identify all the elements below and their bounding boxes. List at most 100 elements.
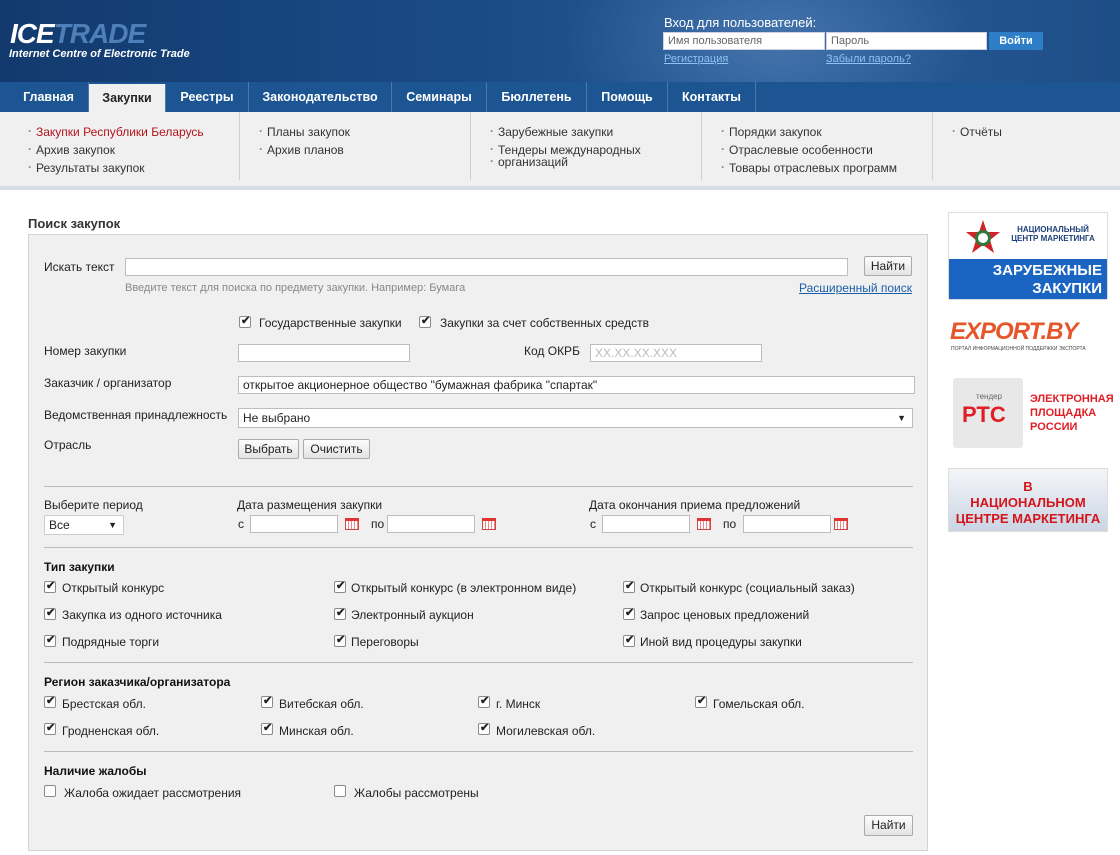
register-link[interactable]: Регистрация (664, 53, 728, 65)
region-label: Витебская обл. (279, 697, 364, 711)
complaint-reviewed-label: Жалобы рассмотрены (354, 786, 479, 800)
search-text-input[interactable] (125, 258, 848, 276)
nav-bulletin[interactable]: Бюллетень (487, 82, 587, 112)
calendar-icon[interactable] (697, 518, 711, 530)
nav-contacts[interactable]: Контакты (668, 82, 756, 112)
foreign-purchases-banner[interactable]: НАЦИОНАЛЬНЫЙ ЦЕНТР МАРКЕТИНГА ЗАРУБЕЖНЫЕ… (948, 212, 1108, 300)
sub-nav: Закупки Республики Беларусь Архив закупо… (0, 112, 1120, 190)
type-checkbox[interactable] (44, 633, 56, 647)
username-input[interactable]: Имя пользователя (663, 32, 825, 50)
region-checkbox[interactable] (44, 721, 56, 735)
banner-4-line-1: В (1023, 479, 1033, 494)
subnav-intl-tenders-2[interactable]: организаций (490, 154, 568, 169)
subnav-foreign-purchases[interactable]: Зарубежные закупки (490, 124, 613, 139)
calendar-icon[interactable] (345, 518, 359, 530)
deadline-to-input[interactable] (743, 515, 831, 533)
complaint-reviewed-checkbox[interactable] (334, 785, 346, 797)
type-checkbox[interactable] (44, 606, 56, 620)
type-checkbox[interactable] (334, 633, 346, 647)
forgot-password-link[interactable]: Забыли пароль? (826, 53, 911, 65)
advanced-search-link[interactable]: Расширенный поиск (799, 281, 912, 295)
main-nav: Главная Закупки Реестры Законодательство… (0, 82, 1120, 112)
purchase-number-input[interactable] (238, 344, 410, 362)
complaint-pending-checkbox[interactable] (44, 785, 56, 797)
region-checkbox[interactable] (44, 694, 56, 708)
type-label: Закупка из одного источника (62, 608, 222, 622)
region-label: Гродненская обл. (62, 724, 160, 738)
subnav-industry-features[interactable]: Отраслевые особенности (721, 142, 873, 157)
nav-help[interactable]: Помощь (587, 82, 668, 112)
region-checkbox[interactable] (261, 721, 273, 735)
banner-3-tender: тендер (976, 392, 1003, 401)
state-purchases-label: Государственные закупки (259, 316, 402, 330)
industry-clear-button[interactable]: Очистить (303, 439, 370, 459)
nav-registries[interactable]: Реестры (166, 82, 249, 112)
placement-date-label: Дата размещения закупки (237, 498, 383, 512)
region-checkbox[interactable] (261, 694, 273, 708)
region-checkbox[interactable] (478, 694, 490, 708)
type-checkbox[interactable] (623, 633, 635, 647)
region-checkbox[interactable] (695, 694, 707, 708)
type-checkbox[interactable] (334, 606, 346, 620)
subnav-belarus-purchases[interactable]: Закупки Республики Беларусь (28, 124, 204, 139)
subnav-plans-archive[interactable]: Архив планов (259, 142, 344, 157)
logo-subtitle: Internet Centre of Electronic Trade (9, 48, 190, 60)
calendar-icon[interactable] (482, 518, 496, 530)
placement-from-input[interactable] (250, 515, 338, 533)
nav-home[interactable]: Главная (9, 82, 89, 112)
nav-legislation[interactable]: Законодательство (249, 82, 392, 112)
banner-3-line-2: ПЛОЩАДКА (1030, 407, 1097, 419)
submit-search-button[interactable]: Найти (864, 815, 913, 836)
industry-select-button[interactable]: Выбрать (238, 439, 299, 459)
type-label: Иной вид процедуры закупки (640, 635, 802, 649)
national-marketing-banner[interactable]: В НАЦИОНАЛЬНОМ ЦЕНТРЕ МАРКЕТИНГА (948, 468, 1108, 532)
search-find-button[interactable]: Найти (864, 256, 912, 276)
type-label: Открытый конкурс (62, 581, 165, 595)
department-select[interactable]: Не выбрано ▼ (238, 408, 913, 428)
type-checkbox[interactable] (44, 579, 56, 593)
divider (44, 751, 913, 752)
placement-to-input[interactable] (387, 515, 475, 533)
deadline-from-input[interactable] (602, 515, 690, 533)
password-input[interactable]: Пароль (826, 32, 987, 50)
customer-input[interactable]: открытое акционерное общество "бумажная … (238, 376, 915, 394)
rts-tender-banner[interactable]: тендер РТС ЭЛЕКТРОННАЯ ПЛОЩАДКА РОССИИ (948, 376, 1114, 450)
divider (44, 547, 913, 548)
login-button[interactable]: Войти (989, 32, 1043, 50)
banner-4-line-3: ЦЕНТРЕ МАРКЕТИНГА (955, 511, 1101, 526)
period-select[interactable]: Все ▼ (44, 515, 124, 535)
export-by-banner[interactable]: EXPORT.BY ПОРТАЛ ИНФОРМАЦИОННОЙ ПОДДЕРЖК… (948, 318, 1108, 358)
okrb-input[interactable]: XX.XX.XX.XXX (590, 344, 762, 362)
period-label: Выберите период (44, 498, 143, 512)
type-checkbox[interactable] (623, 579, 635, 593)
type-label: Электронный аукцион (351, 608, 474, 622)
banner-3-rts: РТС (962, 402, 1006, 427)
subnav-plans[interactable]: Планы закупок (259, 124, 350, 139)
region-checkbox[interactable] (478, 721, 490, 735)
subnav-purchase-archive[interactable]: Архив закупок (28, 142, 115, 157)
nav-purchases[interactable]: Закупки (89, 84, 166, 112)
subnav-industry-goods[interactable]: Товары отраслевых программ (721, 160, 897, 175)
site-logo[interactable]: ICETRADE (10, 20, 146, 48)
placement-from-label: с (238, 517, 244, 531)
subnav-col-4: Порядки закупок Отраслевые особенности Т… (702, 112, 933, 180)
state-purchases-checkbox[interactable] (239, 314, 251, 328)
type-checkbox[interactable] (623, 606, 635, 620)
type-checkbox[interactable] (334, 579, 346, 593)
region-label: Гомельская обл. (713, 697, 805, 711)
chevron-down-icon: ▼ (108, 520, 117, 530)
calendar-icon[interactable] (834, 518, 848, 530)
banner-3-line-3: РОССИИ (1030, 421, 1078, 433)
deadline-date-label: Дата окончания приема предложений (589, 498, 801, 512)
subnav-reports[interactable]: Отчёты (952, 124, 1002, 139)
own-funds-checkbox[interactable] (419, 314, 431, 328)
subnav-procedures[interactable]: Порядки закупок (721, 124, 822, 139)
subnav-purchase-results[interactable]: Результаты закупок (28, 160, 144, 175)
nav-seminars[interactable]: Семинары (392, 82, 487, 112)
banner-1-line-1: ЗАРУБЕЖНЫЕ (992, 262, 1102, 279)
banner-2-subtitle: ПОРТАЛ ИНФОРМАЦИОННОЙ ПОДДЕРЖКИ ЭКСПОРТА (951, 346, 1086, 352)
deadline-to-label: по (723, 517, 737, 531)
region-label: Брестская обл. (62, 697, 146, 711)
search-title: Поиск закупок (28, 216, 121, 231)
banner-3-line-1: ЭЛЕКТРОННАЯ (1030, 393, 1114, 405)
